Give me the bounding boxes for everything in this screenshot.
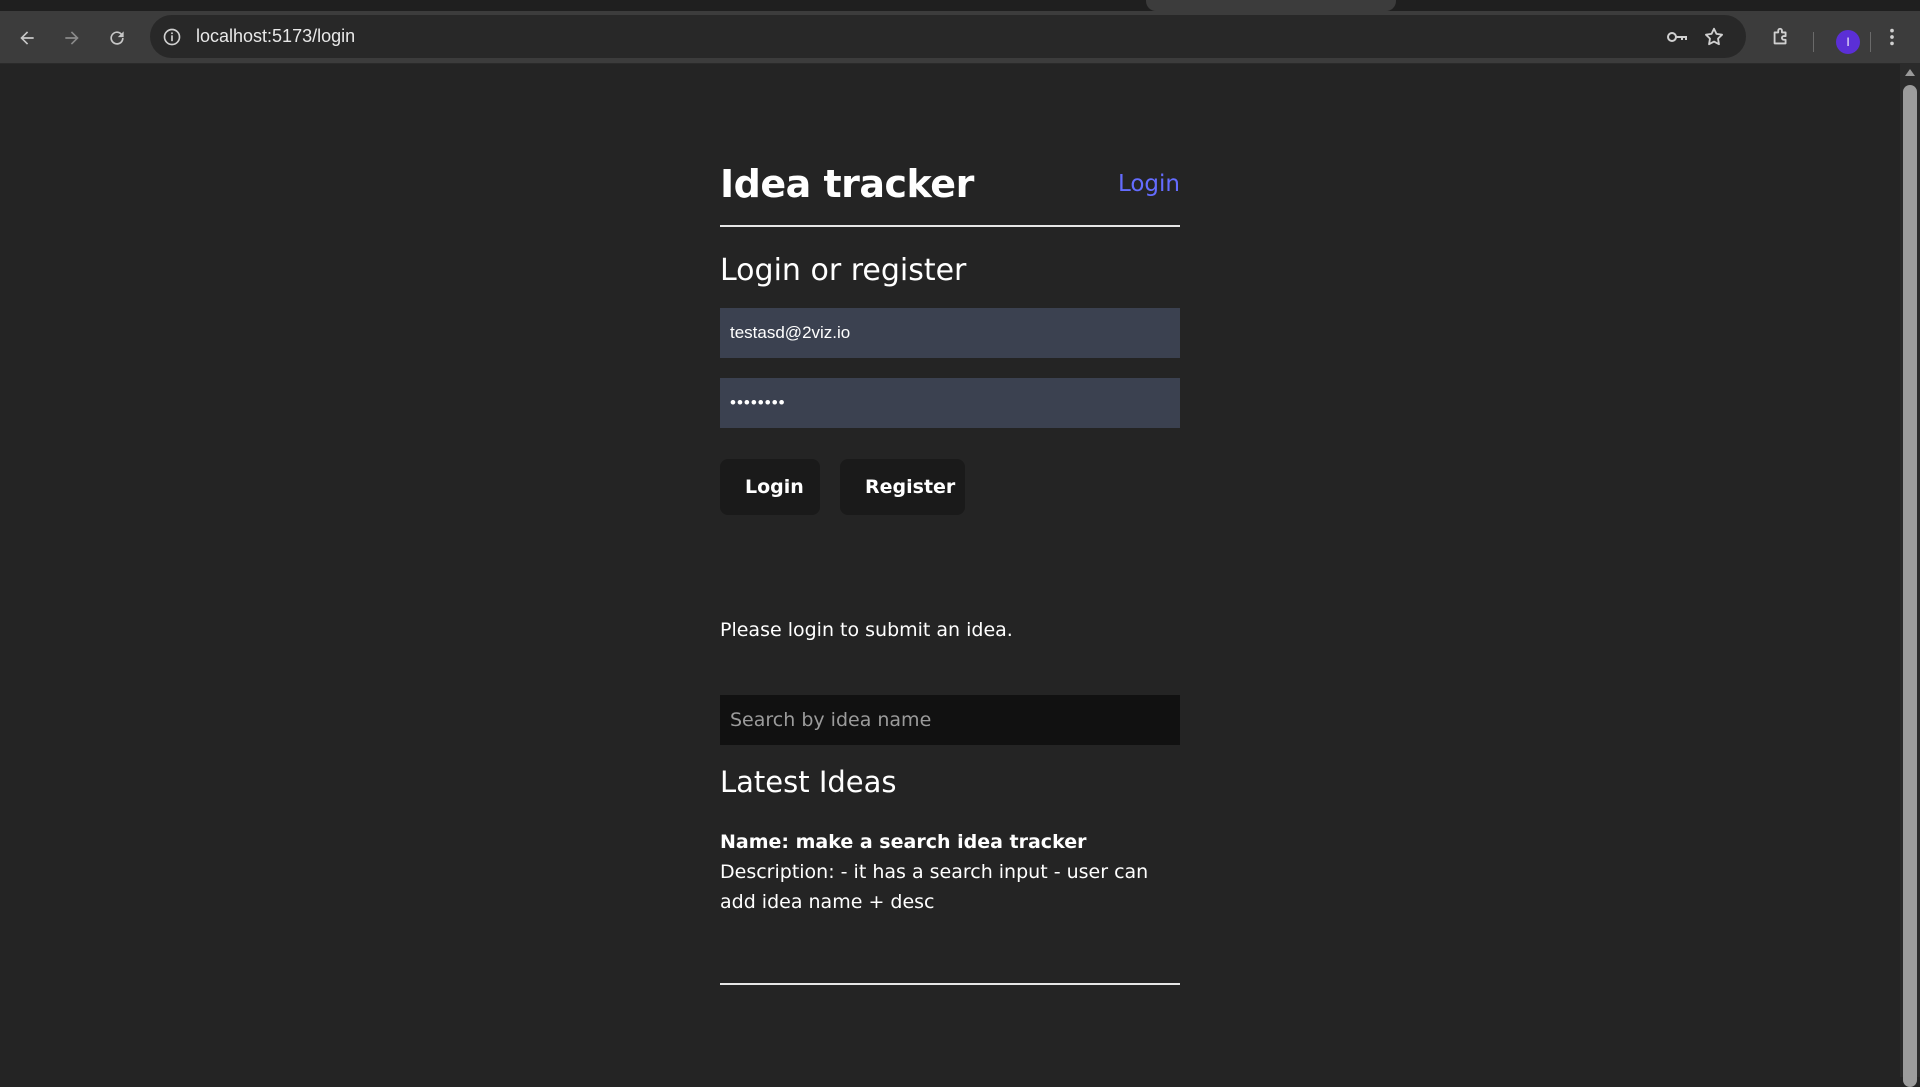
toolbar-divider — [1813, 32, 1814, 52]
arrow-left-icon — [20, 31, 34, 45]
star-icon[interactable] — [1702, 25, 1726, 49]
nav-login-link[interactable]: Login — [1118, 171, 1180, 197]
tab-strip — [0, 0, 1920, 11]
site-title: Idea tracker — [720, 162, 974, 206]
search-input[interactable] — [720, 695, 1180, 745]
scrollbar-thumb[interactable] — [1903, 85, 1917, 1087]
forward-button[interactable] — [58, 24, 86, 52]
address-bar[interactable]: localhost:5173/login — [150, 15, 1746, 58]
app-container: Idea tracker Login Login or register Log… — [720, 63, 1180, 985]
divider — [720, 983, 1180, 985]
toolbar-divider — [1870, 32, 1871, 52]
browser-tab[interactable] — [1146, 0, 1396, 11]
idea-description: Description: - it has a search input - u… — [720, 861, 1149, 913]
url-text[interactable]: localhost:5173/login — [196, 15, 355, 58]
password-field[interactable] — [720, 378, 1180, 428]
reload-icon — [110, 31, 124, 45]
login-notice: Please login to submit an idea. — [720, 619, 1013, 641]
scroll-up-arrow-icon[interactable] — [1905, 69, 1915, 76]
kebab-menu-icon[interactable] — [1880, 25, 1904, 49]
back-button[interactable] — [13, 24, 41, 52]
arrow-right-icon — [65, 31, 79, 45]
idea-item: Name: make a search idea tracker Descrip… — [720, 827, 1180, 917]
reload-button[interactable] — [103, 24, 131, 52]
profile-avatar[interactable]: I — [1836, 30, 1860, 54]
idea-name: Name: make a search idea tracker — [720, 831, 1087, 853]
browser-toolbar: localhost:5173/login I — [0, 11, 1920, 64]
site-header: Idea tracker Login — [720, 63, 1180, 227]
login-button[interactable]: Login — [720, 459, 820, 515]
register-button[interactable]: Register — [840, 459, 965, 515]
auth-heading: Login or register — [720, 253, 967, 288]
info-icon[interactable] — [160, 25, 184, 49]
latest-ideas-heading: Latest Ideas — [720, 765, 897, 799]
email-field[interactable] — [720, 308, 1180, 358]
key-icon[interactable] — [1665, 25, 1689, 49]
page-scrollbar[interactable] — [1900, 63, 1920, 1087]
puzzle-icon[interactable] — [1769, 25, 1793, 49]
